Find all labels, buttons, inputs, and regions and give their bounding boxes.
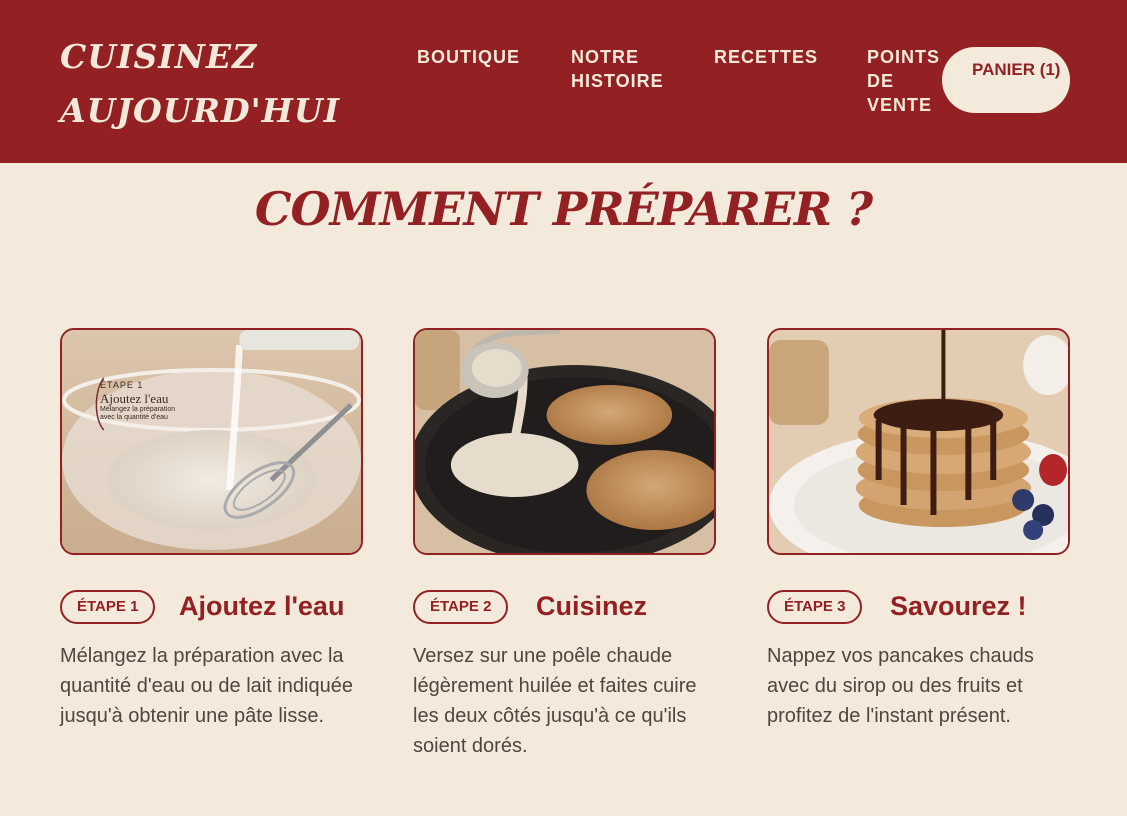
step-1-heading: ÉTAPE 1 Ajoutez l'eau: [60, 590, 380, 624]
nav-points-de-vente[interactable]: POINTS DE VENTE: [867, 45, 939, 117]
overlay-step-label: ÉTAPE 1: [100, 380, 144, 390]
step-title: Ajoutez l'eau: [179, 591, 345, 621]
step-3-photo: [767, 328, 1070, 555]
step-3-heading: ÉTAPE 3 Savourez !: [767, 590, 1087, 624]
step-card-3: ÉTAPE 3 Savourez ! Nappez vos pancakes c…: [767, 328, 1070, 727]
pancake-stack-image: [769, 330, 1068, 553]
step-badge: ÉTAPE 3: [767, 590, 863, 624]
overlay-step-title: Ajoutez l'eau: [100, 391, 169, 406]
step-badge: ÉTAPE 2: [413, 590, 509, 624]
cart-button[interactable]: PANIER (1): [942, 47, 1070, 113]
nav-notre-histoire[interactable]: NOTRE HISTOIRE: [571, 45, 681, 93]
step-title: Cuisinez: [536, 591, 648, 621]
step-badge: ÉTAPE 1: [60, 590, 156, 624]
cart-button-label: PANIER (1): [972, 60, 1061, 79]
overlay-step-description: Mélangez la préparation avec la quantité…: [100, 406, 176, 421]
step-card-1: ÉTAPE 1 Ajoutez l'eau Mélangez la prépar…: [60, 328, 363, 727]
step-2-photo: [413, 328, 716, 555]
section-title: COMMENT PRÉPARER ?: [254, 182, 873, 236]
site-logo[interactable]: CUISINEZ AUJOURD'HUI: [60, 30, 360, 138]
step-title: Savourez !: [890, 591, 1027, 621]
site-header: CUISINEZ AUJOURD'HUI BOUTIQUE NOTRE HIST…: [0, 0, 1127, 163]
mixing-bowl-image: [62, 330, 361, 553]
pan-pancakes-image: [415, 330, 714, 553]
step-card-2: ÉTAPE 2 Cuisinez Versez sur une poêle ch…: [413, 328, 716, 757]
step-description: Versez sur une poêle chaude légèrement h…: [413, 645, 697, 757]
nav-recettes[interactable]: RECETTES: [714, 45, 834, 69]
step-2-heading: ÉTAPE 2 Cuisinez: [413, 590, 733, 624]
photo-overlay: ÉTAPE 1 Ajoutez l'eau Mélangez la prépar…: [100, 380, 190, 422]
step-1-photo: ÉTAPE 1 Ajoutez l'eau Mélangez la prépar…: [60, 328, 363, 555]
nav-boutique[interactable]: BOUTIQUE: [417, 45, 537, 69]
step-description: Nappez vos pancakes chauds avec du sirop…: [767, 645, 1034, 727]
step-description: Mélangez la préparation avec la quantité…: [60, 645, 353, 727]
